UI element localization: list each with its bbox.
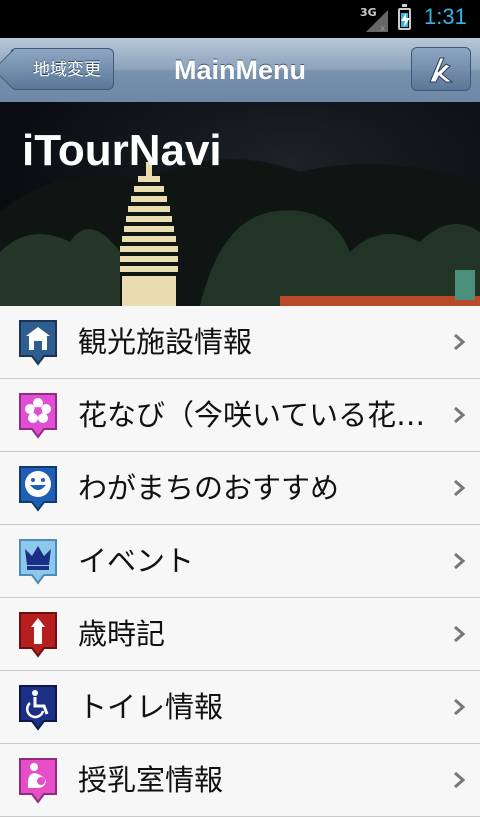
chevron-right-icon — [454, 406, 466, 424]
menu-item-flower-navi[interactable]: 花なび（今咲いている花… — [0, 379, 480, 452]
chevron-right-icon — [454, 771, 466, 789]
menu-item-label: トイレ情報 — [78, 690, 224, 724]
menu-item-label: 歳時記 — [78, 617, 166, 651]
menu-item-local-recommendations[interactable]: わがまちのおすすめ — [0, 452, 480, 525]
menu-item-tourist-facilities[interactable]: 観光施設情報 — [0, 306, 480, 379]
menu-item-nursing-room-info[interactable]: 授乳室情報 — [0, 744, 480, 817]
chevron-right-icon — [454, 698, 466, 716]
chevron-right-icon — [454, 333, 466, 351]
menu-item-seasonal-calendar[interactable]: 歳時記 — [0, 598, 480, 671]
calendar-icon — [19, 612, 57, 658]
facility-icon — [19, 320, 57, 366]
chevron-right-icon — [454, 625, 466, 643]
signal-icon: x — [366, 10, 388, 32]
menu-item-label: わがまちのおすすめ — [78, 471, 340, 505]
svg-text:x: x — [380, 24, 386, 32]
nav-bar: 地域変更 MainMenu — [0, 38, 480, 103]
crown-icon — [19, 539, 57, 585]
status-bar: 3G x 1:31 — [0, 0, 480, 38]
menu-item-events[interactable]: イベント — [0, 525, 480, 598]
logo-button[interactable] — [411, 47, 471, 91]
app-name-heading: iTourNavi — [22, 126, 222, 175]
chevron-right-icon — [454, 479, 466, 497]
battery-charging-icon — [398, 4, 411, 30]
clock: 1:31 — [424, 4, 467, 29]
wheelchair-icon — [19, 685, 57, 731]
menu-item-label: イベント — [78, 544, 195, 578]
flower-icon — [19, 393, 57, 439]
itournavi-logo-icon — [429, 57, 454, 83]
chevron-right-icon — [454, 552, 466, 570]
back-button-label: 地域変更 — [33, 60, 101, 80]
menu-item-label: 観光施設情報 — [78, 325, 253, 359]
nursing-icon — [19, 758, 57, 804]
menu-item-label: 授乳室情報 — [78, 763, 224, 797]
page-title: MainMenu — [174, 55, 306, 85]
menu-item-label: 花なび（今咲いている花… — [78, 398, 426, 432]
menu-item-toilet-info[interactable]: トイレ情報 — [0, 671, 480, 744]
hero-banner: iTourNavi — [0, 102, 480, 306]
back-button[interactable]: 地域変更 — [10, 48, 114, 90]
smile-icon — [19, 466, 57, 512]
main-menu-list: 観光施設情報 花なび（今咲いている花… わがまちのおすすめ イベント 歳時記 ト… — [0, 306, 480, 817]
